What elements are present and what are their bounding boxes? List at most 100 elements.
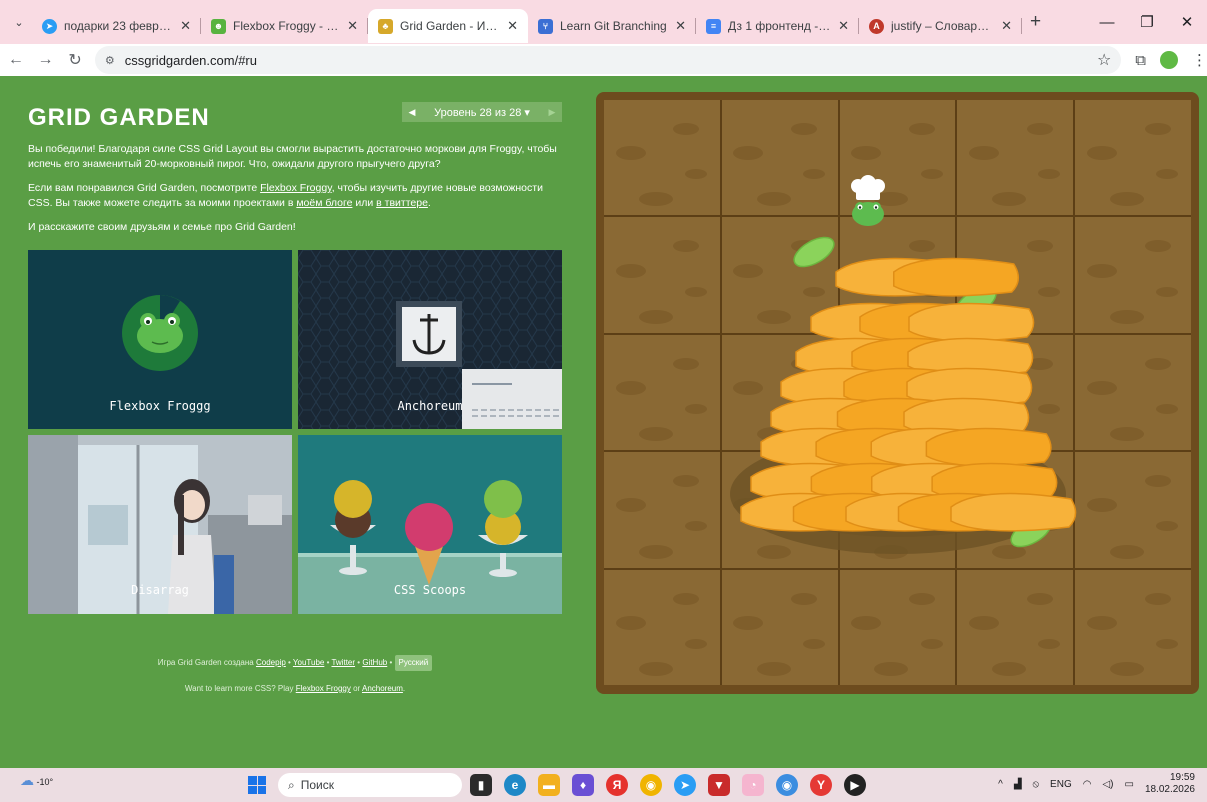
windows-start-icon[interactable] bbox=[248, 776, 266, 794]
close-tab-icon[interactable]: ✕ bbox=[507, 18, 518, 34]
carrot bbox=[950, 492, 1077, 532]
card-disarray[interactable]: Disarrag bbox=[28, 435, 292, 614]
blog-link[interactable]: моём блоге bbox=[296, 197, 352, 209]
close-tab-icon[interactable]: ✕ bbox=[675, 18, 686, 34]
back-icon[interactable]: ← bbox=[2, 46, 30, 74]
footer-more-css: Want to learn more CSS? Play Flexbox Fro… bbox=[184, 684, 406, 693]
close-tab-icon[interactable]: ✕ bbox=[180, 18, 191, 34]
chevron-up-icon[interactable]: ^ bbox=[998, 779, 1003, 790]
game-logo: GRID GARDEN bbox=[28, 104, 210, 131]
browser-toolbar: ← → ↻ ⚙ cssgridgarden.com/#ru ☆ ⧉ ⋮ bbox=[0, 44, 1207, 76]
github-link[interactable]: GitHub bbox=[362, 658, 387, 667]
taskbar-search[interactable]: ⌕ Поиск bbox=[278, 773, 462, 797]
language-button[interactable]: Русский bbox=[394, 655, 433, 671]
close-tab-icon[interactable]: ✕ bbox=[1001, 18, 1012, 34]
twitter-link[interactable]: в твиттере bbox=[376, 197, 428, 209]
garden-board bbox=[596, 92, 1199, 694]
tab-learn-git-branching[interactable]: ⑂ Learn Git Branching ✕ bbox=[528, 9, 696, 43]
wifi-icon[interactable]: ◠ bbox=[1083, 779, 1092, 790]
instructions: Вы победили! Благодаря силе CSS Grid Lay… bbox=[28, 142, 562, 244]
clock[interactable]: 19:59 18.02.2026 bbox=[1145, 772, 1195, 796]
footer: Игра Grid Garden создана Codepip • YouTu… bbox=[28, 650, 562, 702]
level-selector: ◀ Уровень 28 из 28 ▾ ▶ bbox=[402, 102, 562, 122]
tab-flexbox-froggy[interactable]: ☻ Flexbox Froggy - игра д ✕ bbox=[201, 9, 368, 43]
carrot bbox=[908, 302, 1035, 342]
telegram-taskbar-icon[interactable]: ➤ bbox=[674, 774, 696, 796]
telegram-icon: ➤ bbox=[42, 18, 57, 34]
app-icon[interactable]: ♦ bbox=[572, 774, 594, 796]
card-title: Disarrag bbox=[131, 583, 189, 597]
footer-credits: Игра Grid Garden создана Codepip • YouTu… bbox=[28, 650, 562, 676]
git-icon: ⑂ bbox=[538, 18, 553, 34]
close-tab-icon[interactable]: ✕ bbox=[347, 18, 358, 34]
app-tray-icon[interactable]: ▟ bbox=[1014, 779, 1022, 790]
volume-icon[interactable]: ◁) bbox=[1102, 779, 1113, 790]
carrot-icon: ♣ bbox=[378, 18, 393, 34]
card-title: Anchoreum bbox=[397, 399, 463, 413]
chrome-icon[interactable]: ◉ bbox=[640, 774, 662, 796]
victory-text: Вы победили! Благодаря силе CSS Grid Lay… bbox=[28, 143, 557, 170]
carrot bbox=[893, 257, 1019, 297]
card-title: CSS Scoops bbox=[393, 583, 467, 597]
tab-google-docs[interactable]: ≡ Дз 1 фронтенд - Googl ✕ bbox=[696, 9, 859, 43]
other-games: Flexbox Froggg Anchoreum Disarrag CSS Sc… bbox=[28, 250, 562, 614]
media-player-icon[interactable]: ▶ bbox=[844, 774, 866, 796]
codepip-link[interactable]: Codepip bbox=[256, 658, 286, 667]
flexbox-froggy-link[interactable]: Flexbox Froggy bbox=[260, 182, 332, 194]
task-view-icon[interactable]: ▮ bbox=[470, 774, 492, 796]
recommendation-text: Если вам понравился Grid Garden, посмотр… bbox=[28, 182, 543, 209]
address-bar[interactable]: ⚙ cssgridgarden.com/#ru ☆ bbox=[94, 46, 1122, 74]
yandex-browser-icon[interactable]: Y bbox=[810, 774, 832, 796]
restore-icon[interactable]: ❐ bbox=[1127, 0, 1167, 44]
prev-level-icon[interactable]: ◀ bbox=[402, 107, 422, 118]
bookmark-star-icon[interactable]: ☆ bbox=[1097, 50, 1111, 70]
window-controls: — ❐ ✕ bbox=[1087, 0, 1207, 44]
site-info-icon[interactable]: ⚙ bbox=[105, 54, 115, 67]
weather-widget[interactable]: ☁ -10° bbox=[20, 772, 53, 789]
tab-podarki[interactable]: ➤ подарки 23 февраля б ✕ bbox=[32, 9, 201, 43]
pinned-apps: ▮ e ▬ ♦ Я ◉ ➤ ▼ ◔ ◉ Y ▶ bbox=[470, 774, 866, 796]
close-window-icon[interactable]: ✕ bbox=[1167, 0, 1207, 44]
notifications-off-icon[interactable]: ⦸ bbox=[1033, 779, 1040, 790]
card-css-scoops[interactable]: CSS Scoops bbox=[298, 435, 562, 614]
youtube-link[interactable]: YouTube bbox=[293, 658, 324, 667]
extensions-icon[interactable]: ⧉ bbox=[1135, 52, 1146, 69]
minimize-icon[interactable]: — bbox=[1087, 0, 1127, 44]
carrot-pile-illustration bbox=[730, 175, 1077, 554]
forward-icon[interactable]: → bbox=[32, 46, 60, 74]
close-tab-icon[interactable]: ✕ bbox=[838, 18, 849, 34]
carrot bbox=[925, 427, 1052, 467]
cloud-icon: ☁ bbox=[20, 772, 34, 788]
tab-grid-garden[interactable]: ♣ Grid Garden - Игра для ✕ bbox=[368, 9, 528, 43]
new-tab-button[interactable]: + bbox=[1030, 11, 1041, 33]
next-level-icon[interactable]: ▶ bbox=[542, 107, 562, 118]
dictionary-icon: A bbox=[869, 18, 884, 34]
page-content: GRID GARDEN ◀ Уровень 28 из 28 ▾ ▶ Вы по… bbox=[0, 76, 1207, 768]
chrome-profile-icon[interactable]: ◉ bbox=[776, 774, 798, 796]
search-icon: ⌕ bbox=[288, 777, 295, 792]
clock-app-icon[interactable]: ◔ bbox=[742, 774, 764, 796]
footer-flexbox-froggy-link[interactable]: Flexbox Froggy bbox=[296, 684, 351, 693]
language-indicator[interactable]: ENG bbox=[1050, 779, 1072, 790]
card-flexbox-froggy[interactable]: Flexbox Froggg bbox=[28, 250, 292, 429]
frog-icon: ☻ bbox=[211, 18, 226, 34]
file-explorer-icon[interactable]: ▬ bbox=[538, 774, 560, 796]
browser-tab-strip: ⌄ ➤ подарки 23 февраля б ✕ ☻ Flexbox Fro… bbox=[0, 0, 1207, 44]
system-tray: ^ ▟ ⦸ ENG ◠ ◁) ▭ 19:59 18.02.2026 bbox=[998, 772, 1195, 796]
tab-search-button[interactable]: ⌄ bbox=[6, 9, 32, 35]
url-text: cssgridgarden.com/#ru bbox=[124, 52, 257, 68]
tab-justify-dictionary[interactable]: A justify – Словарь и онл ✕ bbox=[859, 9, 1022, 43]
battery-icon[interactable]: ▭ bbox=[1124, 779, 1133, 790]
app-red-icon[interactable]: ▼ bbox=[708, 774, 730, 796]
footer-anchoreum-link[interactable]: Anchoreum bbox=[362, 684, 403, 693]
twitter-footer-link[interactable]: Twitter bbox=[331, 658, 355, 667]
reload-icon[interactable]: ↻ bbox=[61, 46, 89, 74]
level-dropdown[interactable]: Уровень 28 из 28 ▾ bbox=[422, 106, 542, 119]
menu-icon[interactable]: ⋮ bbox=[1192, 51, 1207, 69]
edge-icon[interactable]: e bbox=[504, 774, 526, 796]
profile-avatar[interactable] bbox=[1160, 51, 1178, 69]
google-docs-icon: ≡ bbox=[706, 18, 721, 34]
share-text: И расскажите своим друзьям и семье про G… bbox=[28, 221, 296, 233]
yandex-icon[interactable]: Я bbox=[606, 774, 628, 796]
card-anchoreum[interactable]: Anchoreum bbox=[298, 250, 562, 429]
